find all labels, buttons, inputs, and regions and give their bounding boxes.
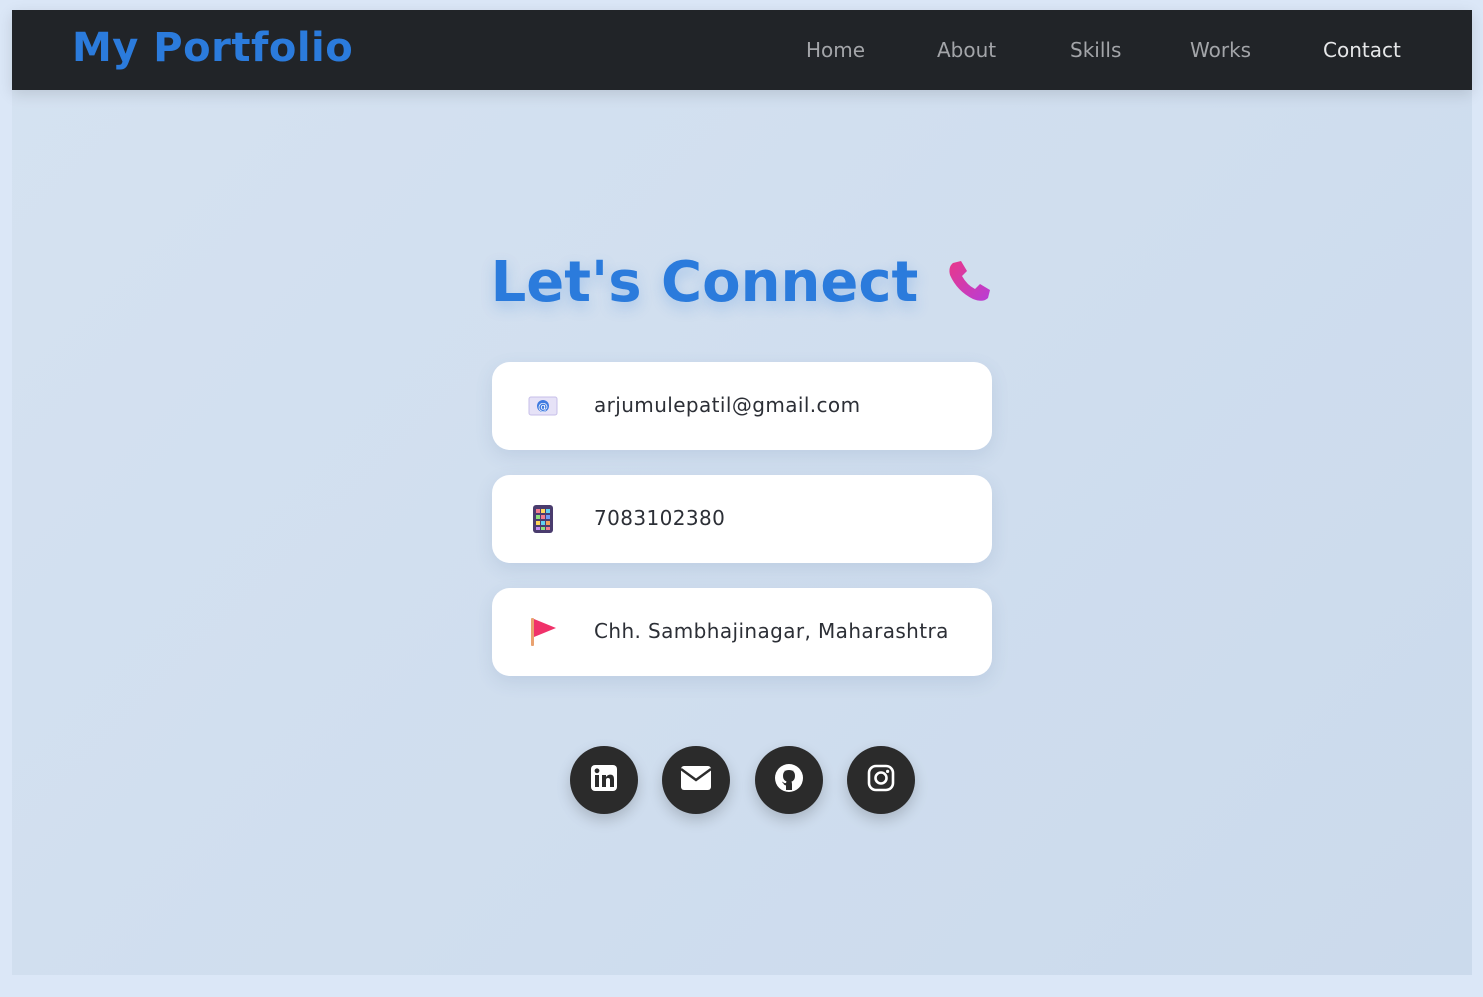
email-text[interactable]: arjumulepatil@gmail.com (594, 393, 860, 417)
nav-link-about[interactable]: About (937, 38, 996, 62)
nav-link-contact[interactable]: Contact (1323, 38, 1401, 62)
location-text: Chh. Sambhajinagar, Maharashtra (594, 619, 949, 643)
location-card: Chh. Sambhajinagar, Maharashtra (492, 588, 992, 676)
nav-link-skills[interactable]: Skills (1070, 38, 1121, 62)
contact-heading: Let's Connect (12, 250, 1472, 315)
phone-card: 7083102380 (492, 475, 992, 563)
email-icon: @ (528, 391, 558, 421)
github-icon (774, 763, 804, 797)
svg-text:@: @ (538, 402, 548, 413)
phone-text[interactable]: 7083102380 (594, 506, 725, 530)
email-card: @ arjumulepatil@gmail.com (492, 362, 992, 450)
navbar: My Portfolio Home About Skills Works Con… (12, 10, 1472, 90)
brand-logo[interactable]: My Portfolio (72, 25, 353, 71)
nav-link-works[interactable]: Works (1190, 38, 1251, 62)
envelope-icon (680, 765, 712, 795)
instagram-icon (867, 764, 895, 796)
email-button[interactable] (662, 746, 730, 814)
linkedin-button[interactable] (570, 746, 638, 814)
page-title: Let's Connect (490, 250, 919, 315)
telephone-receiver-icon (945, 257, 993, 309)
red-flag-icon (528, 617, 558, 647)
nav-link-home[interactable]: Home (806, 38, 865, 62)
mobile-phone-icon (528, 504, 558, 534)
instagram-button[interactable] (847, 746, 915, 814)
linkedin-icon (590, 764, 618, 796)
github-button[interactable] (755, 746, 823, 814)
page-frame: My Portfolio Home About Skills Works Con… (12, 10, 1472, 975)
